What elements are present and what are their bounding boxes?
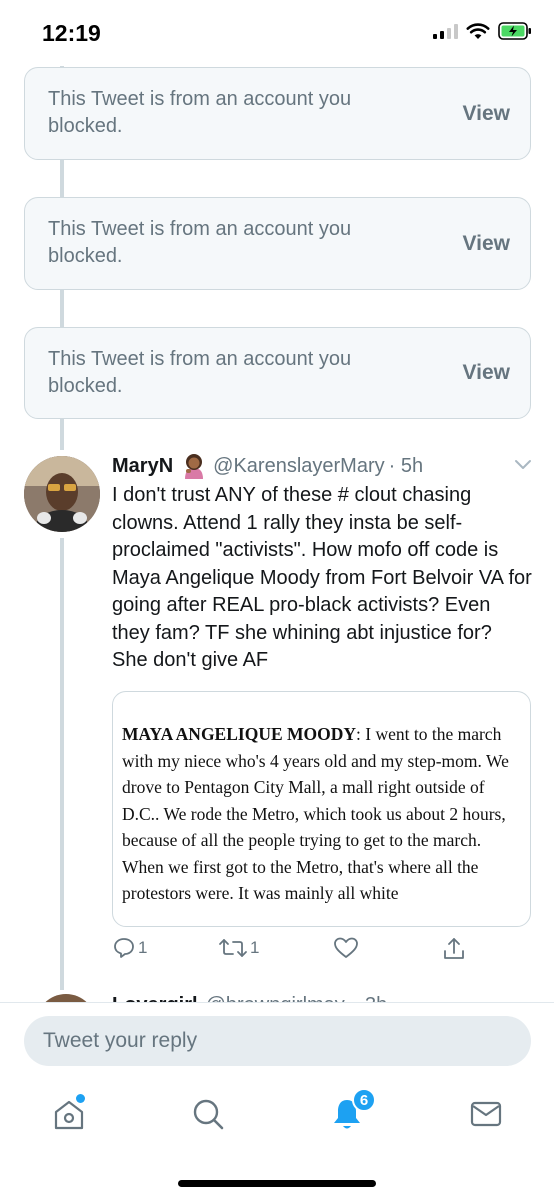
tweet-author-handle[interactable]: @KarenslayerMary — [213, 455, 384, 478]
status-icons — [433, 22, 532, 40]
tweet-timestamp: · 5h — [388, 454, 424, 477]
blocked-tweet-message: This Tweet is from an account you blocke… — [48, 218, 352, 267]
tab-search[interactable] — [173, 1092, 243, 1136]
reply-bar: Tweet your reply — [0, 1002, 554, 1078]
chevron-down-icon[interactable] — [512, 456, 534, 474]
blocked-tweet-message: This Tweet is from an account you blocke… — [48, 348, 352, 397]
status-bar: 12:19 — [0, 0, 554, 66]
blocked-tweet-message: This Tweet is from an account you blocke… — [48, 88, 352, 137]
share-button[interactable] — [442, 936, 468, 962]
tab-messages[interactable] — [451, 1092, 521, 1136]
tab-home[interactable] — [34, 1092, 104, 1136]
tweet-header: MaryN @KarenslayerMary · 5h — [112, 452, 423, 480]
tweet-reply-input[interactable]: Tweet your reply — [24, 1016, 531, 1066]
blocked-tweet-card: This Tweet is from an account you blocke… — [24, 327, 531, 419]
quoted-image-card[interactable]: MAYA ANGELIQUE MOODY: I went to the marc… — [112, 691, 531, 927]
retweet-button[interactable]: 1 — [218, 936, 259, 960]
avatar[interactable] — [24, 456, 100, 532]
avatar-photo — [24, 456, 100, 532]
retweet-icon — [219, 939, 247, 957]
view-blocked-tweet-button[interactable]: View — [463, 328, 510, 418]
thread-line — [60, 160, 64, 197]
view-blocked-tweet-button[interactable]: View — [463, 68, 510, 159]
wifi-icon — [466, 23, 490, 39]
tab-notifications[interactable]: 6 — [312, 1088, 382, 1136]
retweet-count: 1 — [250, 938, 260, 957]
like-button[interactable] — [333, 936, 361, 960]
search-icon — [193, 1099, 224, 1130]
new-content-dot — [76, 1094, 85, 1103]
cellular-signal-icon — [433, 23, 458, 39]
share-icon — [444, 938, 464, 959]
heart-icon — [334, 937, 358, 958]
reply-icon — [114, 938, 134, 958]
home-indicator[interactable] — [178, 1180, 376, 1187]
view-blocked-tweet-button[interactable]: View — [463, 198, 510, 289]
tweet-author-name[interactable]: MaryN — [112, 455, 173, 478]
tweet-text: I don't trust ANY of these # clout chasi… — [112, 484, 532, 671]
thread-line — [60, 419, 64, 450]
notifications-badge: 6 — [352, 1088, 376, 1112]
thread-line — [60, 538, 64, 990]
battery-charging-icon — [498, 22, 531, 40]
tweet-actions: 1 1 — [112, 936, 472, 966]
blocked-tweet-card: This Tweet is from an account you blocke… — [24, 67, 531, 160]
woman-gesturing-emoji-icon — [185, 454, 204, 479]
status-time: 12:19 — [42, 20, 101, 46]
quote-speaker: MAYA ANGELIQUE MOODY — [122, 724, 357, 744]
quoted-image-text: MAYA ANGELIQUE MOODY: I went to the marc… — [122, 721, 524, 907]
thread-line — [60, 290, 64, 327]
quote-body: : I went to the march with my niece who'… — [122, 724, 509, 903]
mail-icon — [470, 1101, 502, 1127]
reply-button[interactable]: 1 — [112, 936, 147, 960]
blocked-tweet-card: This Tweet is from an account you blocke… — [24, 197, 531, 290]
reply-count: 1 — [138, 938, 148, 957]
